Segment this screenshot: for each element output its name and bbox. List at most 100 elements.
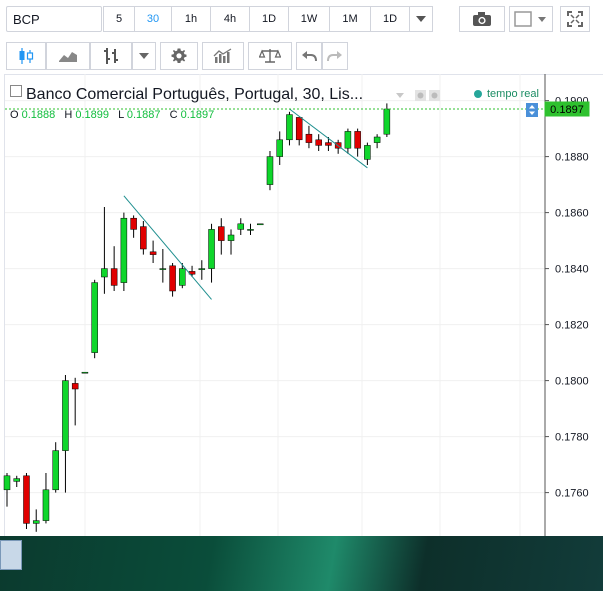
candle: [295, 117, 303, 146]
candle: [227, 229, 235, 255]
collapse-legend-icon[interactable]: [10, 85, 22, 97]
candle: [23, 473, 30, 529]
candle-body: [130, 217, 137, 230]
candle-body: [373, 136, 381, 143]
candle-body: [71, 383, 79, 390]
candle: [13, 475, 20, 487]
y-tick-label: 0.1820: [555, 320, 589, 332]
high-value: 0.1899: [75, 109, 110, 121]
candle-body: [169, 265, 176, 292]
candle: [62, 375, 69, 493]
open-label: O: [10, 109, 19, 121]
candle-body: [315, 139, 322, 146]
current-price-marker: 0.1897: [544, 101, 590, 117]
chart-grid: [5, 74, 545, 536]
candle: [286, 111, 293, 146]
y-tick-label: 0.1860: [555, 208, 589, 220]
candle: [71, 377, 79, 426]
candle-body: [23, 475, 30, 524]
candle: [256, 223, 264, 226]
candle-body: [42, 489, 50, 521]
candle-body: [13, 478, 20, 482]
high-label: H: [64, 109, 73, 121]
low-value: 0.1887: [126, 109, 161, 121]
candle-body: [120, 217, 128, 283]
candle-body: [149, 251, 157, 255]
candle: [52, 442, 59, 493]
candle: [169, 263, 176, 297]
price-axis: 0.19000.18800.18600.18400.18200.18000.17…: [545, 96, 589, 500]
candle: [101, 207, 108, 294]
candle-body: [247, 229, 254, 231]
price-chart[interactable]: 0.19000.18800.18600.18400.18200.18000.17…: [0, 0, 603, 536]
ohlc-values: O 0.1888 H 0.1899 L 0.1887 C 0.1897: [10, 109, 220, 121]
candle-body: [159, 268, 167, 270]
candle: [149, 240, 157, 263]
candle-body: [218, 226, 225, 241]
candle: [42, 473, 50, 524]
candle-body: [256, 223, 264, 226]
open-value: 0.1888: [21, 109, 56, 121]
candle: [208, 223, 215, 283]
price-label: 0.1897: [550, 104, 584, 116]
chevron-down-icon: [396, 93, 404, 98]
candle: [81, 371, 89, 374]
candle: [354, 128, 361, 157]
candle: [325, 137, 332, 151]
candle-body: [276, 139, 283, 157]
desktop-taskbar: [0, 536, 603, 591]
y-tick-label: 0.1840: [555, 264, 589, 276]
candle-body: [286, 114, 293, 141]
candle: [120, 212, 128, 291]
candle-body: [227, 234, 235, 241]
candle-body: [62, 380, 69, 451]
candle-body: [198, 268, 206, 270]
y-tick-label: 0.1880: [555, 152, 589, 164]
y-tick-label: 0.1760: [555, 488, 589, 500]
calculator-icon[interactable]: [0, 540, 22, 570]
candle-body: [110, 268, 118, 286]
candle: [237, 218, 245, 235]
candle-body: [325, 142, 332, 146]
candle: [383, 103, 391, 137]
candle: [344, 128, 352, 154]
candle-body: [3, 475, 11, 491]
candle-body: [364, 145, 371, 160]
scale-mode-button[interactable]: [526, 103, 538, 117]
candle-body: [266, 156, 274, 185]
legend-controls: [396, 90, 440, 101]
candle: [130, 215, 137, 238]
candle: [91, 279, 98, 359]
y-tick-label: 0.1780: [555, 432, 589, 444]
candle: [373, 134, 381, 149]
candle-body: [81, 371, 89, 374]
close-label: C: [169, 109, 178, 121]
candle-body: [354, 131, 361, 149]
candle-body: [52, 450, 59, 491]
status-dot-icon: [474, 90, 482, 99]
candle-body: [237, 223, 245, 230]
candle: [32, 509, 40, 532]
close-value: 0.1897: [180, 109, 215, 121]
candle-body: [91, 282, 98, 353]
candle: [305, 125, 313, 149]
candle: [159, 249, 167, 283]
candle-body: [305, 133, 313, 143]
candle: [364, 142, 371, 165]
candle-body: [295, 117, 303, 141]
candles: [3, 103, 391, 532]
realtime-label: tempo real: [487, 88, 539, 100]
candle: [110, 246, 118, 291]
symbol-title: Banco Comercial Português, Portugal, 30,…: [26, 86, 364, 103]
trendline[interactable]: [123, 195, 212, 300]
candle-body: [101, 268, 108, 278]
y-tick-label: 0.1800: [555, 376, 589, 388]
candle-body: [344, 131, 352, 149]
candle: [247, 223, 254, 235]
candle-body: [179, 268, 186, 286]
candle: [315, 134, 322, 151]
low-label: L: [118, 109, 124, 121]
candle: [266, 151, 274, 191]
trendlines: [5, 108, 545, 300]
candle-body: [140, 226, 147, 250]
